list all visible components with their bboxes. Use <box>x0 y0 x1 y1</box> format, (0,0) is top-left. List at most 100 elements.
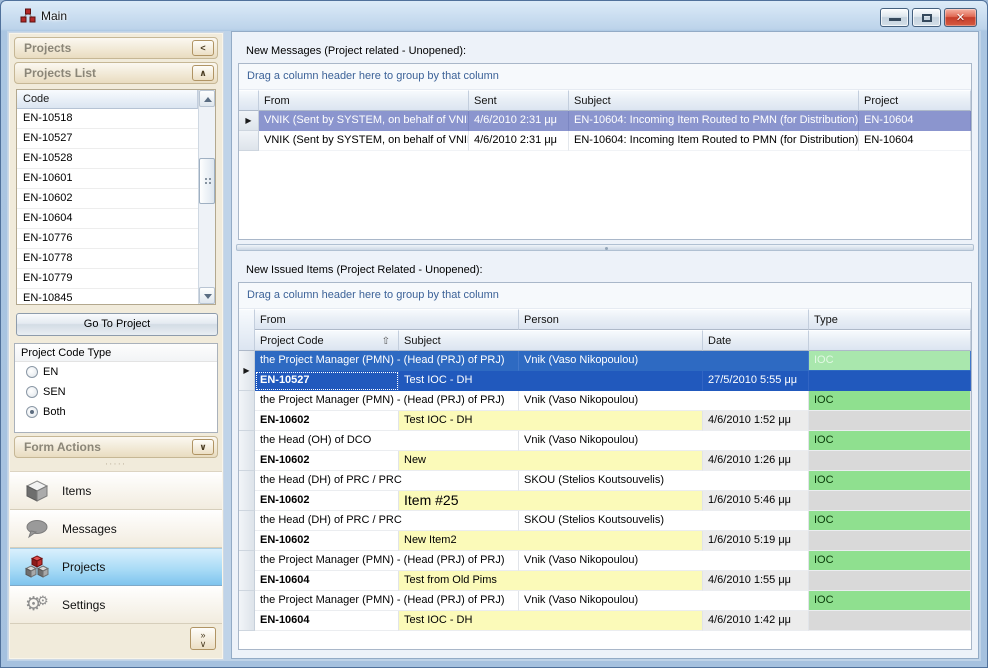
message-row[interactable]: ▶ VNIK (Sent by SYSTEM, on behalf of VNI… <box>239 111 971 131</box>
code-type-radio[interactable]: Both <box>26 402 217 422</box>
list-scrollbar[interactable] <box>198 90 215 304</box>
cell-type-spacer <box>809 571 971 591</box>
issued-item-record[interactable]: ▶ the Project Manager (PMN) - (Head (PRJ… <box>239 391 971 431</box>
scrollbar-grip-icon <box>204 177 212 185</box>
go-to-project-button[interactable]: Go To Project <box>16 313 218 336</box>
client-area: Projects < Projects List ∧ Code EN-10518… <box>7 31 981 661</box>
cell-subject: New Item2 <box>399 531 703 551</box>
items-group-panel[interactable]: Drag a column header here to group by th… <box>239 283 971 309</box>
cell-from: VNIK (Sent by SYSTEM, on behalf of VNIK) <box>259 131 469 151</box>
project-code-row[interactable]: EN-10602 <box>17 189 198 209</box>
project-code-row[interactable]: EN-10845 <box>17 289 198 305</box>
maximize-button[interactable] <box>912 8 941 27</box>
project-code-label: EN-10528 <box>23 152 73 164</box>
issued-item-record[interactable]: ▶ the Head (OH) of DCO Vnik (Vaso Nikopo… <box>239 431 971 471</box>
column-header-project[interactable]: Project <box>859 90 971 111</box>
messages-group-panel[interactable]: Drag a column header here to group by th… <box>239 64 971 90</box>
project-code-row[interactable]: EN-10779 <box>17 269 198 289</box>
cell-subject: EN-10604: Incoming Item Routed to PMN (f… <box>569 131 859 151</box>
titlebar[interactable]: Main ✕ <box>1 1 987 31</box>
project-code-row[interactable]: EN-10528 <box>17 149 198 169</box>
cubes-icon <box>25 555 49 579</box>
project-code-row[interactable]: EN-10604 <box>17 209 198 229</box>
project-code-label: EN-10776 <box>23 232 73 244</box>
message-row[interactable]: ▶ VNIK (Sent by SYSTEM, on behalf of VNI… <box>239 131 971 151</box>
panel-splitter[interactable] <box>236 244 974 251</box>
cell-person: Vnik (Vaso Nikopoulou) <box>519 591 809 611</box>
issued-item-record[interactable]: ▶ the Project Manager (PMN) - (Head (PRJ… <box>239 551 971 591</box>
column-header-subject[interactable]: Subject <box>399 330 703 351</box>
projects-list-header[interactable]: Projects List ∧ <box>14 62 218 84</box>
column-header-from[interactable]: From <box>259 90 469 111</box>
window-controls: ✕ <box>880 8 977 27</box>
cell-type-badge: IOC <box>809 471 971 491</box>
code-type-radio[interactable]: SEN <box>26 382 217 402</box>
row-indicator-cell: ▶ <box>239 431 255 471</box>
form-actions-header[interactable]: Form Actions ∨ <box>14 436 218 458</box>
cell-subject: Test IOC - DH <box>399 371 703 391</box>
column-header-sent[interactable]: Sent <box>469 90 569 111</box>
column-header-type[interactable]: Type <box>809 309 971 330</box>
column-header-from[interactable]: From <box>255 309 519 330</box>
cell-person: Vnik (Vaso Nikopoulou) <box>519 431 809 451</box>
cell-sent: 4/6/2010 2:31 μμ <box>469 111 569 131</box>
collapse-left-button[interactable]: < <box>192 40 214 56</box>
scrollbar-thumb[interactable] <box>199 158 215 204</box>
nav-overflow-button[interactable]: »∨ <box>190 627 216 650</box>
cell-type-spacer <box>809 451 971 471</box>
code-column-header[interactable]: Code <box>17 90 198 109</box>
radio-label: Both <box>43 406 66 418</box>
collapse-up-button[interactable]: ∧ <box>192 65 214 81</box>
cell-from: VNIK (Sent by SYSTEM, on behalf of VNIK) <box>259 111 469 131</box>
cell-project: EN-10604 <box>859 131 971 151</box>
project-code-row[interactable]: EN-10778 <box>17 249 198 269</box>
radio-label: EN <box>43 366 58 378</box>
project-code-type-group: Project Code Type EN SEN Both <box>14 343 218 433</box>
cell-subject: Test IOC - DH <box>399 411 703 431</box>
scroll-down-button[interactable] <box>199 287 215 304</box>
row-indicator-header <box>239 90 259 111</box>
column-header-date[interactable]: Date <box>703 330 809 351</box>
project-code-row[interactable]: EN-10527 <box>17 129 198 149</box>
nav-item-messages[interactable]: Messages <box>10 510 222 548</box>
row-indicator-cell: ▶ <box>239 511 255 551</box>
nav-item-settings[interactable]: ⚙⚙ Settings <box>10 586 222 624</box>
cell-type-badge: IOC <box>809 591 971 611</box>
sidebar-group-header-projects[interactable]: Projects < <box>14 37 218 59</box>
chevron-up-icon: ∧ <box>199 68 206 78</box>
nav-item-items[interactable]: Items <box>10 472 222 510</box>
close-button[interactable]: ✕ <box>944 8 977 27</box>
row-indicator-arrow-icon: ▶ <box>245 116 251 125</box>
nav-item-label: Messages <box>62 522 117 536</box>
project-code-row[interactable]: EN-10601 <box>17 169 198 189</box>
issued-item-record[interactable]: ▶ the Head (DH) of PRC / PRC SKOU (Steli… <box>239 511 971 551</box>
cell-person: Vnik (Vaso Nikopoulou) <box>519 391 809 411</box>
cell-date: 1/6/2010 5:46 μμ <box>703 491 809 511</box>
minimize-button[interactable] <box>880 8 909 27</box>
issued-item-record[interactable]: ▶ the Project Manager (PMN) - (Head (PRJ… <box>239 351 971 391</box>
cell-type-spacer <box>809 491 971 511</box>
cell-project-code: EN-10527 <box>255 371 399 391</box>
nav-footer: »∨ <box>10 624 222 652</box>
sidebar-splitter[interactable]: ∙∙∙∙∙ <box>10 461 222 469</box>
gears-icon: ⚙⚙ <box>25 595 49 614</box>
cell-project-code: EN-10602 <box>255 451 399 471</box>
issued-item-record[interactable]: ▶ the Head (DH) of PRC / PRC SKOU (Steli… <box>239 471 971 511</box>
row-indicator-cell: ▶ <box>239 351 255 391</box>
column-header-subject[interactable]: Subject <box>569 90 859 111</box>
expand-down-button[interactable]: ∨ <box>192 439 214 455</box>
scroll-up-button[interactable] <box>199 90 215 107</box>
cell-subject: Item #25 <box>399 491 703 511</box>
column-header-project-code[interactable]: Project Code ⇧ <box>255 330 399 351</box>
column-header-person[interactable]: Person <box>519 309 809 330</box>
issued-item-record[interactable]: ▶ the Project Manager (PMN) - (Head (PRJ… <box>239 591 971 631</box>
issued-items-section-title: New Issued Items (Project Related - Unop… <box>246 264 483 276</box>
code-type-radio[interactable]: EN <box>26 362 217 382</box>
cell-subject: EN-10604: Incoming Item Routed to PMN (f… <box>569 111 859 131</box>
cell-subject: Test IOC - DH <box>399 611 703 631</box>
projects-code-list: Code EN-10518 EN-10527 EN-10528 EN-10601… <box>16 89 216 305</box>
project-code-header-label: Project Code <box>260 335 324 350</box>
project-code-row[interactable]: EN-10776 <box>17 229 198 249</box>
nav-item-projects[interactable]: Projects <box>10 548 222 586</box>
project-code-row[interactable]: EN-10518 <box>17 109 198 129</box>
